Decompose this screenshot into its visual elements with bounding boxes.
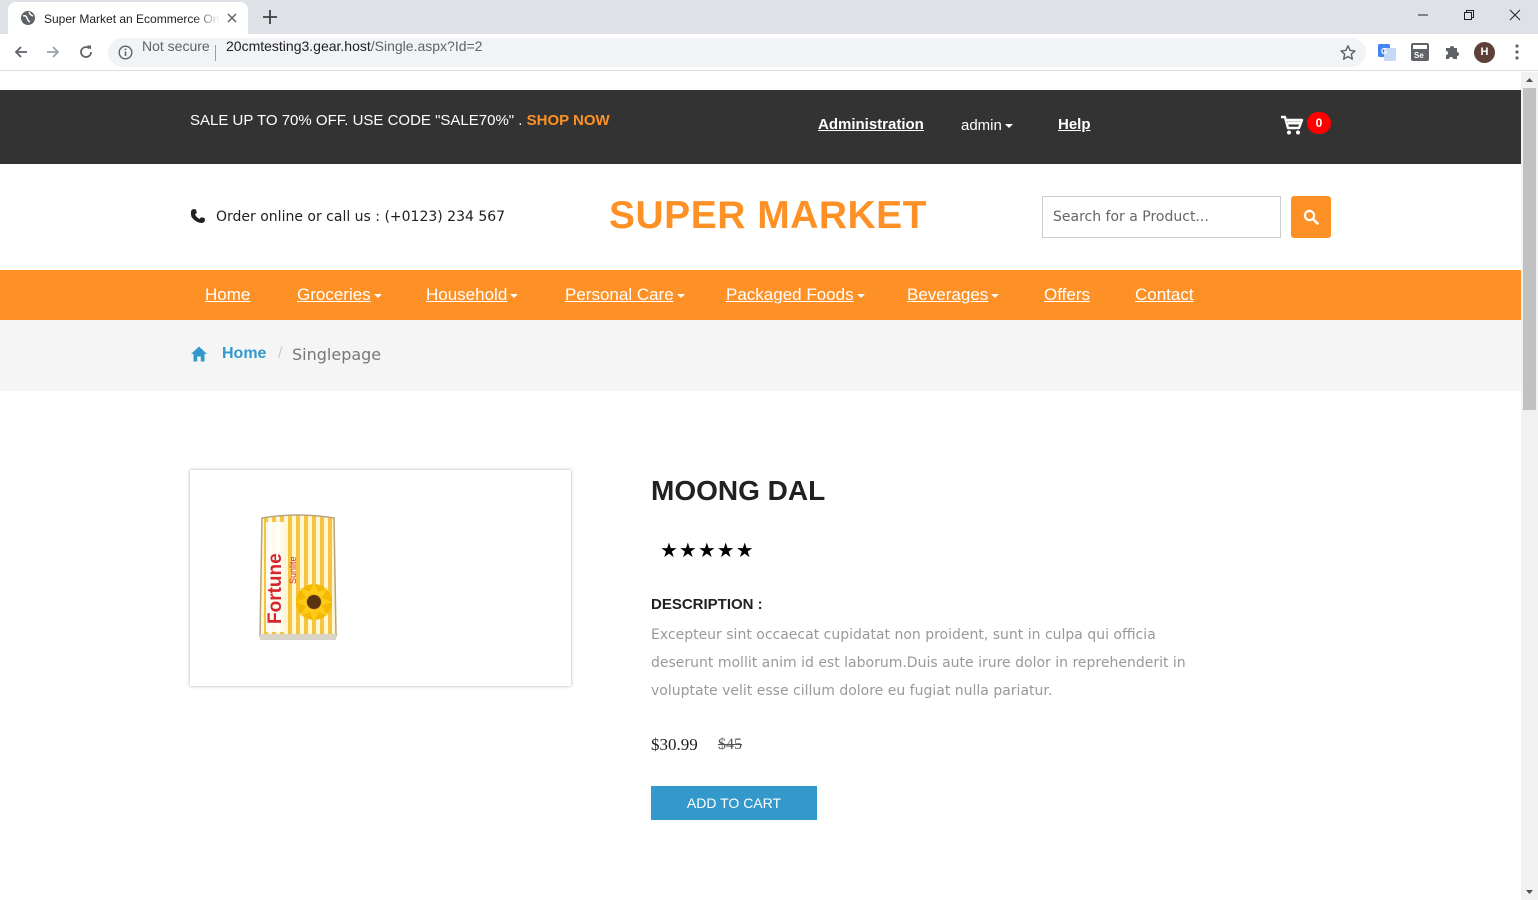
main-navigation: Home Groceries Household Personal Care P…: [0, 270, 1521, 320]
info-icon[interactable]: [118, 45, 133, 60]
shopping-cart-icon[interactable]: [1280, 114, 1304, 136]
back-button[interactable]: [8, 39, 34, 65]
minimize-icon: [1418, 14, 1428, 16]
product-image-subbrand: Sunlite: [288, 556, 298, 584]
breadcrumb: Home / Singlepage: [0, 320, 1521, 391]
chevron-down-icon: [676, 293, 685, 298]
chevron-down-icon: [510, 293, 519, 298]
chevron-down-icon: [373, 293, 382, 298]
selenium-extension-icon[interactable]: Se: [1410, 42, 1430, 62]
breadcrumb-current: Singlepage: [292, 345, 382, 364]
url-text[interactable]: 20cmtesting3.gear.host/Single.aspx?Id=2: [226, 38, 482, 67]
cart-count-badge[interactable]: 0: [1307, 112, 1331, 134]
product-description: Excepteur sint occaecat cupidatat non pr…: [651, 627, 1186, 699]
product-old-price: $45: [718, 736, 742, 753]
nav-label-household: Household: [426, 285, 508, 304]
window-close-button[interactable]: [1492, 0, 1538, 30]
extensions-puzzle-icon[interactable]: [1442, 42, 1462, 62]
omnibox[interactable]: Not secure 20cmtesting3.gear.host/Single…: [108, 38, 1366, 67]
arrow-right-icon: [47, 46, 60, 58]
bookmark-star-icon[interactable]: [1339, 44, 1357, 62]
nav-label-beverages: Beverages: [907, 285, 989, 304]
product-title: MOONG DAL: [651, 475, 826, 506]
browser-tab[interactable]: Super Market an Ecommerce Online Shoppin…: [8, 2, 248, 34]
profile-avatar[interactable]: H: [1474, 42, 1495, 63]
home-icon[interactable]: [190, 345, 208, 363]
nav-item-contact[interactable]: Contact: [1135, 285, 1194, 305]
nav-item-home[interactable]: Home: [205, 285, 250, 305]
nav-item-packaged-foods[interactable]: Packaged Foods: [726, 285, 865, 305]
close-icon[interactable]: [224, 10, 240, 26]
translate-extension-icon[interactable]: G: [1377, 42, 1397, 62]
product-image-frame: Fortune Sunlite: [190, 470, 571, 686]
nav-item-household[interactable]: Household: [426, 285, 519, 305]
new-tab-icon[interactable]: [258, 5, 282, 29]
promo-text: SALE UP TO 70% OFF. USE CODE "SALE70%" .: [190, 112, 527, 129]
site-logo[interactable]: SUPER MARKET: [609, 194, 927, 238]
url-host: 20cmtesting3.gear.host: [226, 38, 371, 54]
globe-icon: [21, 11, 35, 25]
chevron-down-icon: [1004, 124, 1013, 129]
scrollbar-thumb[interactable]: [1523, 88, 1536, 410]
rating-stars: ★★★★★: [660, 538, 755, 562]
phone-contact-text: Order online or call us : (+0123) 234 56…: [216, 209, 506, 225]
promo-banner: SALE UP TO 70% OFF. USE CODE "SALE70%" .…: [190, 112, 610, 129]
restore-icon: [1464, 10, 1474, 20]
browser-tab-strip: Super Market an Ecommerce Online Shoppin…: [0, 0, 1538, 34]
reload-button[interactable]: [73, 39, 99, 65]
reload-icon: [80, 45, 92, 58]
top-promo-bar: SALE UP TO 70% OFF. USE CODE "SALE70%" .…: [0, 90, 1521, 164]
minimize-button[interactable]: [1400, 0, 1446, 30]
search-button[interactable]: [1291, 196, 1331, 238]
close-icon: [1509, 9, 1521, 21]
description-heading: DESCRIPTION :: [651, 596, 763, 613]
nav-item-personal-care[interactable]: Personal Care: [565, 285, 685, 305]
help-link[interactable]: Help: [1058, 116, 1091, 133]
url-path: /Single.aspx?Id=2: [370, 38, 483, 54]
scroll-up-arrow-icon[interactable]: [1521, 72, 1538, 88]
restore-button[interactable]: [1446, 0, 1492, 30]
shop-now-link[interactable]: SHOP NOW: [527, 112, 610, 129]
chevron-down-icon: [856, 293, 865, 298]
breadcrumb-home-link[interactable]: Home: [222, 345, 266, 363]
product-image[interactable]: Fortune Sunlite: [256, 512, 340, 644]
search-icon: [1303, 209, 1319, 225]
add-to-cart-button[interactable]: ADD TO CART: [651, 786, 817, 820]
chevron-down-icon: [991, 293, 1000, 298]
user-menu-label: admin: [961, 117, 1002, 134]
svg-text:Se: Se: [1414, 51, 1424, 60]
product-image-brand: Fortune: [265, 553, 286, 624]
nav-label-groceries: Groceries: [297, 285, 371, 304]
administration-link[interactable]: Administration: [818, 116, 924, 133]
nav-item-beverages[interactable]: Beverages: [907, 285, 1000, 305]
breadcrumb-separator: /: [278, 345, 283, 362]
tab-title: Super Market an Ecommerce Online Shoppin…: [44, 12, 220, 26]
page-scrollbar[interactable]: [1521, 72, 1538, 900]
nav-item-groceries[interactable]: Groceries: [297, 285, 382, 305]
security-label: Not secure: [142, 38, 210, 54]
forward-button[interactable]: [40, 39, 66, 65]
address-bar: Not secure 20cmtesting3.gear.host/Single…: [0, 34, 1538, 71]
product-search-input[interactable]: [1042, 196, 1281, 238]
omnibox-divider: [215, 45, 216, 61]
scroll-down-arrow-icon[interactable]: [1521, 884, 1538, 900]
arrow-left-icon: [14, 46, 27, 58]
page-viewport: SALE UP TO 70% OFF. USE CODE "SALE70%" .…: [0, 72, 1521, 900]
phone-icon: [190, 209, 205, 223]
user-menu-dropdown[interactable]: admin: [961, 117, 1013, 134]
nav-label-personal-care: Personal Care: [565, 285, 674, 304]
nav-item-offers[interactable]: Offers: [1044, 285, 1090, 305]
product-price: $30.99: [651, 735, 698, 754]
nav-label-packaged-foods: Packaged Foods: [726, 285, 854, 304]
svg-text:G: G: [1381, 47, 1387, 56]
browser-menu-icon[interactable]: [1510, 43, 1524, 61]
